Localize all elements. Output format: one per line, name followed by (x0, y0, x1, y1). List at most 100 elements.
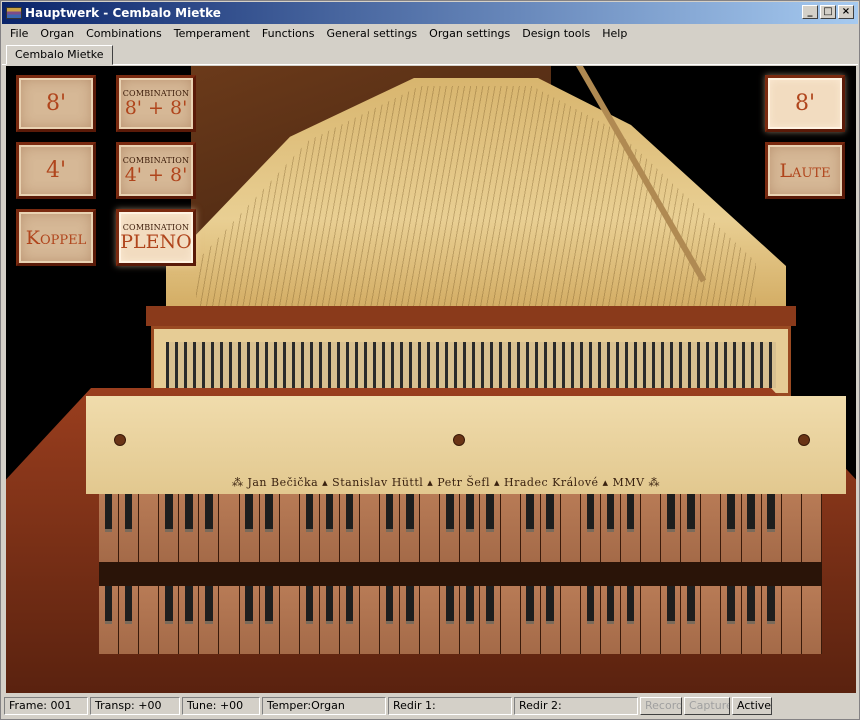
stop-koppel[interactable]: Koppel (16, 209, 96, 266)
keyboard-sharp-key[interactable] (305, 586, 314, 624)
keyboard-key[interactable] (119, 586, 139, 654)
menu-general-settings[interactable]: General settings (320, 25, 423, 42)
keyboard-sharp-key[interactable] (164, 586, 173, 624)
keyboard-sharp-key[interactable] (345, 494, 354, 532)
keyboard-sharp-key[interactable] (666, 494, 675, 532)
keyboard-sharp-key[interactable] (727, 494, 735, 532)
keyboard-key[interactable] (460, 586, 480, 654)
keyboard-key[interactable] (360, 586, 380, 654)
keyboard-key[interactable] (420, 494, 440, 562)
keyboard-key[interactable] (219, 494, 239, 562)
keyboard-sharp-key[interactable] (486, 586, 494, 624)
stop-8-foot-upper[interactable]: 8' (765, 75, 845, 132)
keyboard-key[interactable] (641, 494, 661, 562)
keyboard-key[interactable] (781, 494, 801, 562)
keyboard-key[interactable] (159, 494, 179, 562)
keyboard-key[interactable] (661, 494, 681, 562)
menu-combinations[interactable]: Combinations (80, 25, 168, 42)
keyboard-key[interactable] (159, 586, 179, 654)
keyboard-key[interactable] (199, 586, 219, 654)
keyboard-sharp-key[interactable] (466, 494, 474, 532)
keyboard-key[interactable] (621, 494, 641, 562)
minimize-button[interactable]: _ (802, 5, 818, 19)
keyboard-sharp-key[interactable] (606, 586, 615, 624)
keyboard-key[interactable] (741, 494, 761, 562)
capture-button[interactable]: Capture (684, 697, 730, 715)
keyboard-sharp-key[interactable] (446, 494, 454, 532)
keyboard-key[interactable] (741, 586, 761, 654)
keyboard-sharp-key[interactable] (586, 494, 595, 532)
keyboard-sharp-key[interactable] (686, 586, 695, 624)
keyboard-key[interactable] (460, 494, 480, 562)
keyboard-key[interactable] (279, 494, 299, 562)
keyboard-sharp-key[interactable] (466, 586, 474, 624)
keyboard-key[interactable] (139, 586, 159, 654)
keyboard-sharp-key[interactable] (767, 586, 775, 624)
keyboard-key[interactable] (380, 586, 400, 654)
keyboard-key[interactable] (339, 494, 360, 562)
keyboard-key[interactable] (580, 586, 600, 654)
keyboard-key[interactable] (560, 494, 580, 562)
keyboard-key[interactable] (621, 586, 641, 654)
keyboard-key[interactable] (701, 586, 721, 654)
menu-help[interactable]: Help (596, 25, 633, 42)
keyboard-sharp-key[interactable] (626, 494, 635, 532)
keyboard-key[interactable] (420, 586, 440, 654)
combination-8-plus-8[interactable]: COMBINATION 8' + 8' (116, 75, 196, 132)
keyboard-sharp-key[interactable] (245, 494, 253, 532)
keyboard-sharp-key[interactable] (405, 494, 414, 532)
combination-4-plus-8[interactable]: COMBINATION 4' + 8' (116, 142, 196, 199)
keyboard-sharp-key[interactable] (747, 494, 755, 532)
keyboard-key[interactable] (761, 586, 781, 654)
keyboard-sharp-key[interactable] (104, 586, 113, 624)
keyboard-key[interactable] (319, 586, 339, 654)
keyboard-key[interactable] (761, 494, 781, 562)
keyboard-sharp-key[interactable] (265, 586, 273, 624)
keyboard-key[interactable] (259, 586, 279, 654)
lower-manual-keyboard[interactable] (99, 586, 822, 654)
keyboard-sharp-key[interactable] (606, 494, 615, 532)
active-indicator[interactable]: Active (732, 697, 772, 715)
keyboard-key[interactable] (239, 494, 259, 562)
keyboard-key[interactable] (540, 494, 560, 562)
keyboard-key[interactable] (681, 586, 701, 654)
menu-functions[interactable]: Functions (256, 25, 321, 42)
keyboard-key[interactable] (239, 586, 259, 654)
keyboard-sharp-key[interactable] (325, 494, 334, 532)
keyboard-sharp-key[interactable] (446, 586, 454, 624)
menu-file[interactable]: File (4, 25, 34, 42)
keyboard-sharp-key[interactable] (385, 586, 394, 624)
keyboard-key[interactable] (400, 494, 420, 562)
keyboard-key[interactable] (259, 494, 279, 562)
upper-manual-keyboard[interactable] (99, 494, 822, 562)
keyboard-key[interactable] (440, 494, 460, 562)
keyboard-key[interactable] (179, 586, 199, 654)
keyboard-key[interactable] (641, 586, 661, 654)
keyboard-sharp-key[interactable] (727, 586, 735, 624)
keyboard-key[interactable] (781, 586, 801, 654)
keyboard-key[interactable] (560, 586, 580, 654)
keyboard-sharp-key[interactable] (526, 494, 534, 532)
record-button[interactable]: Record (640, 697, 682, 715)
keyboard-key[interactable] (360, 494, 380, 562)
keyboard-sharp-key[interactable] (526, 586, 534, 624)
keyboard-sharp-key[interactable] (666, 586, 675, 624)
keyboard-key[interactable] (179, 494, 199, 562)
keyboard-sharp-key[interactable] (124, 586, 133, 624)
keyboard-key[interactable] (440, 586, 460, 654)
keyboard-key[interactable] (600, 586, 621, 654)
keyboard-sharp-key[interactable] (546, 494, 555, 532)
keyboard-key[interactable] (480, 586, 500, 654)
keyboard-key[interactable] (520, 494, 540, 562)
stop-8-foot[interactable]: 8' (16, 75, 96, 132)
maximize-button[interactable]: □ (820, 5, 836, 19)
keyboard-key[interactable] (400, 586, 420, 654)
keyboard-sharp-key[interactable] (486, 494, 494, 532)
keyboard-sharp-key[interactable] (686, 494, 695, 532)
keyboard-key[interactable] (721, 586, 741, 654)
keyboard-sharp-key[interactable] (205, 586, 213, 624)
menu-temperament[interactable]: Temperament (168, 25, 256, 42)
keyboard-key[interactable] (199, 494, 219, 562)
keyboard-sharp-key[interactable] (546, 586, 555, 624)
keyboard-sharp-key[interactable] (767, 494, 775, 532)
